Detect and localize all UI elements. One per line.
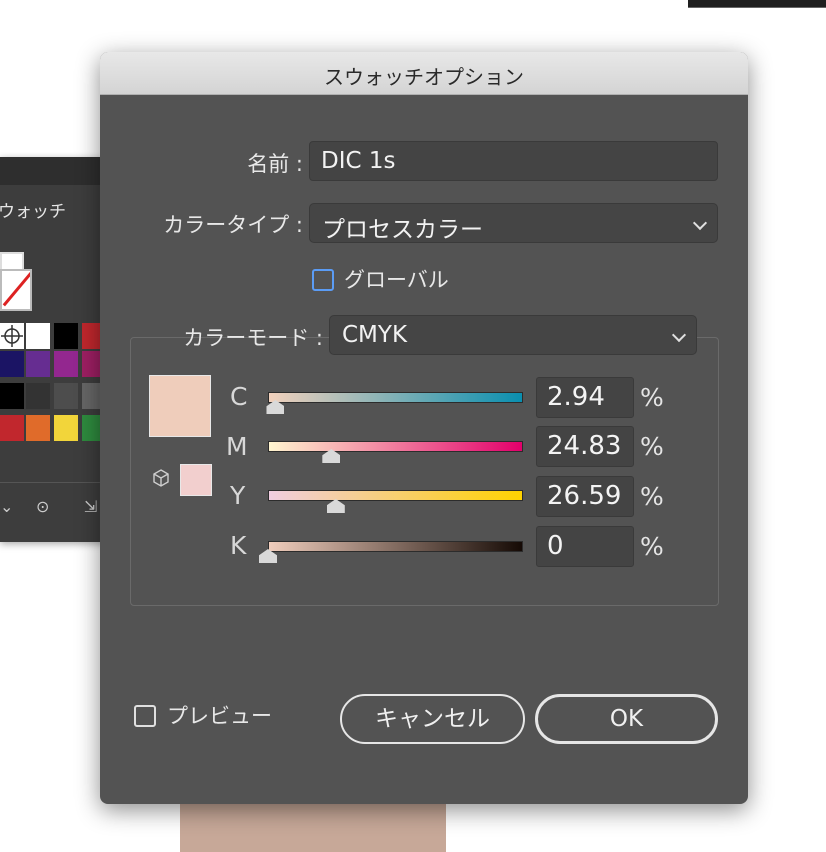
- out-of-gamut-cube-icon[interactable]: [151, 468, 171, 488]
- swatch-red-2[interactable]: [0, 415, 24, 441]
- color-type-value: プロセスカラー: [322, 217, 483, 243]
- chevron-down-icon: [692, 215, 708, 231]
- panel-header[interactable]: [0, 157, 112, 185]
- cyan-value: 2.94: [547, 382, 605, 412]
- ok-button[interactable]: OK: [535, 694, 718, 744]
- global-checkbox[interactable]: [312, 269, 334, 291]
- swatch-black-2[interactable]: [0, 383, 24, 409]
- magenta-slider-track[interactable]: [268, 441, 523, 452]
- magenta-percent: %: [640, 432, 664, 461]
- black-value-field[interactable]: 0: [536, 526, 634, 567]
- name-field[interactable]: DIC 1s: [309, 141, 718, 181]
- swatch-options-icon[interactable]: ⊙: [36, 497, 49, 516]
- color-mode-label: カラーモード :: [183, 326, 323, 350]
- swatch-gray[interactable]: [54, 383, 78, 409]
- yellow-percent: %: [640, 482, 664, 511]
- global-label: グローバル: [344, 268, 449, 292]
- cyan-label: C: [230, 382, 248, 411]
- stroke-swatch[interactable]: [0, 269, 32, 311]
- swatch-registration[interactable]: [0, 323, 24, 349]
- magenta-label: M: [226, 432, 248, 461]
- color-type-select[interactable]: プロセスカラー: [309, 203, 718, 243]
- yellow-value: 26.59: [547, 481, 622, 511]
- black-value: 0: [547, 531, 564, 561]
- yellow-value-field[interactable]: 26.59: [536, 476, 634, 517]
- swatch-navy[interactable]: [0, 351, 24, 377]
- gamut-corrected-swatch[interactable]: [180, 464, 212, 496]
- color-preview-swatch: [149, 375, 211, 437]
- color-type-label: カラータイプ :: [163, 213, 303, 237]
- import-icon[interactable]: ⇲: [84, 497, 97, 516]
- magenta-value: 24.83: [547, 431, 622, 461]
- cancel-button[interactable]: キャンセル: [340, 694, 525, 744]
- magenta-value-field[interactable]: 24.83: [536, 426, 634, 467]
- color-mode-select[interactable]: CMYK: [329, 315, 697, 355]
- chevron-down-icon: [671, 327, 687, 343]
- swatch-dark-gray[interactable]: [26, 383, 50, 409]
- swatch-violet[interactable]: [54, 351, 78, 377]
- color-mode-value: CMYK: [342, 322, 408, 348]
- cyan-percent: %: [640, 383, 664, 412]
- black-label: K: [230, 531, 247, 560]
- name-label: 名前 :: [247, 152, 303, 176]
- top-bar: [688, 0, 826, 8]
- preview-checkbox[interactable]: [134, 705, 156, 727]
- swatch-options-dialog: スウォッチオプション 名前 : DIC 1s カラータイプ : プロセスカラー …: [100, 52, 748, 804]
- swatches-tab[interactable]: ウォッチ: [0, 197, 66, 222]
- cyan-value-field[interactable]: 2.94: [536, 377, 634, 418]
- cyan-slider-track[interactable]: [268, 392, 523, 403]
- black-slider-track[interactable]: [268, 541, 523, 552]
- name-value: DIC 1s: [321, 148, 396, 174]
- dialog-titlebar[interactable]: スウォッチオプション: [100, 52, 748, 95]
- yellow-slider-track[interactable]: [268, 490, 523, 501]
- swatch-black[interactable]: [54, 323, 78, 349]
- swatches-panel: ウォッチ ⌄ ⊙ ⇲: [0, 157, 112, 542]
- swatch-white[interactable]: [26, 323, 50, 349]
- menu-dots-icon[interactable]: ⌄: [0, 497, 13, 516]
- dialog-title: スウォッチオプション: [324, 65, 524, 89]
- panel-footer: ⌄ ⊙ ⇲: [0, 482, 112, 533]
- swatch-purple[interactable]: [26, 351, 50, 377]
- black-percent: %: [640, 532, 664, 561]
- preview-label: プレビュー: [167, 704, 272, 728]
- yellow-label: Y: [230, 481, 246, 510]
- swatch-yellow[interactable]: [54, 415, 78, 441]
- swatch-orange[interactable]: [26, 415, 50, 441]
